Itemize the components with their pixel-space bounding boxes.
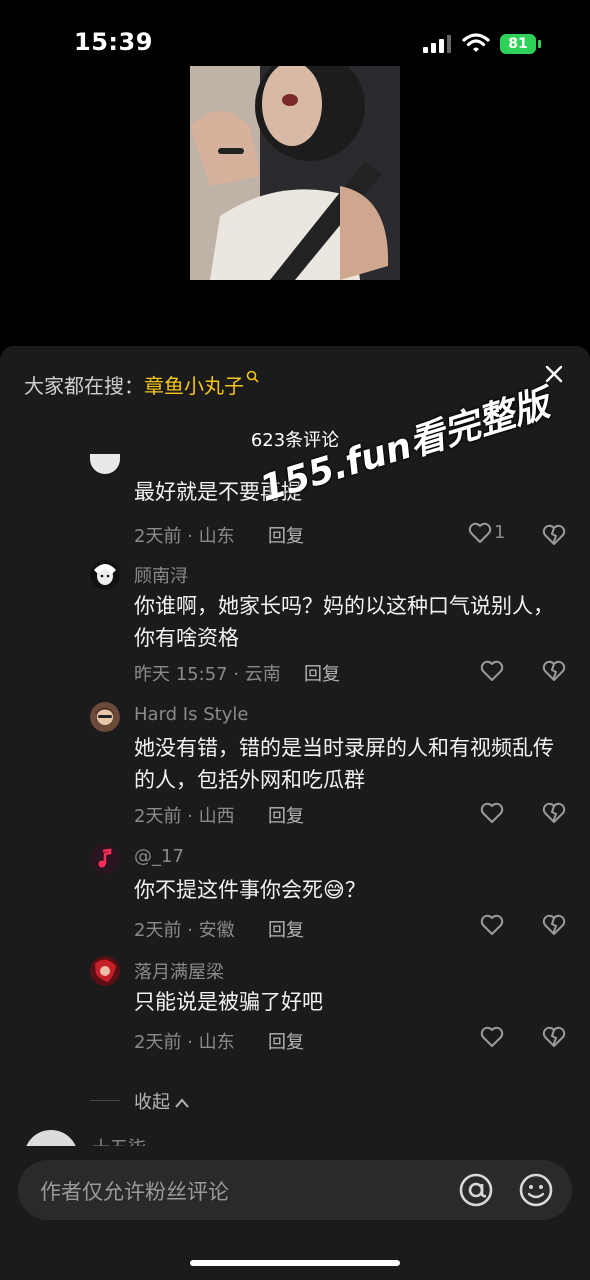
comment-item: 顾南浔 你谁啊，她家长吗？妈的以这种口气说别人，你有啥资格 昨天 15:57 ·…	[90, 560, 570, 690]
comment-username[interactable]: 落月满屋梁	[134, 958, 224, 984]
broken-heart-icon[interactable]	[542, 802, 566, 824]
broken-heart-icon[interactable]	[542, 660, 566, 682]
reply-button[interactable]: 回复	[268, 1028, 304, 1054]
like-count: 1	[494, 522, 506, 543]
comment-username[interactable]: @_17	[134, 846, 184, 867]
battery-indicator: 81	[500, 34, 542, 54]
search-keyword[interactable]: 章鱼小丸子	[144, 374, 244, 398]
close-icon[interactable]	[544, 364, 564, 384]
heart-icon[interactable]	[480, 1026, 504, 1048]
status-time: 15:39	[74, 28, 153, 56]
heart-icon[interactable]	[480, 660, 504, 682]
comment-input[interactable]: 作者仅允许粉丝评论	[18, 1160, 572, 1220]
emoji-icon[interactable]	[518, 1172, 554, 1208]
reply-button[interactable]: 回复	[268, 802, 304, 828]
trending-search[interactable]: 大家都在搜：章鱼小丸子	[24, 370, 260, 399]
heart-icon[interactable]	[480, 802, 504, 824]
comment-input-placeholder: 作者仅允许粉丝评论	[40, 1180, 229, 1204]
heart-icon[interactable]	[468, 522, 492, 544]
search-prefix: 大家都在搜：	[24, 374, 144, 398]
avatar[interactable]	[90, 560, 120, 590]
comment-item: 落月满屋梁 只能说是被骗了好吧 2天前 · 山东 回复	[90, 956, 570, 1056]
comment-item: @_17 你不提这件事你会死😅？ 2天前 · 安徽 回复	[90, 844, 570, 944]
broken-heart-icon[interactable]	[542, 1026, 566, 1048]
comment-username[interactable]: 顾南浔	[134, 562, 188, 588]
reply-button[interactable]: 回复	[304, 660, 340, 686]
comment-meta: 2天前 · 安徽	[134, 920, 235, 941]
comment-meta: 2天前 · 山东	[134, 1032, 235, 1053]
reply-button[interactable]: 回复	[268, 916, 304, 942]
video-preview[interactable]	[190, 66, 400, 280]
chevron-up-icon	[175, 1098, 189, 1108]
heart-icon[interactable]	[480, 914, 504, 936]
avatar[interactable]	[90, 844, 120, 874]
comment-text: 只能说是被骗了好吧	[134, 990, 323, 1014]
comment-username[interactable]: Hard Is Style	[134, 704, 248, 725]
avatar[interactable]	[90, 956, 120, 986]
divider	[90, 1100, 120, 1101]
comment-meta: 昨天 15:57 · 云南	[134, 664, 281, 685]
video-frame	[190, 66, 400, 280]
comment-meta: 2天前 · 山西	[134, 806, 235, 827]
at-icon[interactable]	[458, 1172, 494, 1208]
comment-text: 她没有错，错的是当时录屏的人和有视频乱传的人，包括外网和吃瓜群	[134, 736, 554, 792]
broken-heart-icon[interactable]	[542, 524, 566, 546]
reply-button[interactable]: 回复	[268, 522, 304, 548]
broken-heart-icon[interactable]	[542, 914, 566, 936]
comment-text: 你谁啊，她家长吗？妈的以这种口气说别人，你有啥资格	[134, 594, 554, 650]
avatar[interactable]	[90, 702, 120, 732]
avatar[interactable]	[90, 454, 120, 474]
search-icon	[246, 370, 259, 383]
comment-text: 你不提这件事你会死😅？	[134, 878, 366, 902]
collapse-replies-button[interactable]: 收起	[90, 1086, 290, 1116]
signal-icon	[423, 35, 451, 53]
wifi-icon	[462, 33, 490, 52]
home-indicator	[190, 1260, 400, 1266]
battery-level: 81	[500, 34, 536, 54]
comment-item: Hard Is Style 她没有错，错的是当时录屏的人和有视频乱传的人，包括外…	[90, 702, 570, 832]
comment-meta: 2天前 · 山东	[134, 526, 235, 547]
collapse-label: 收起	[134, 1088, 190, 1114]
